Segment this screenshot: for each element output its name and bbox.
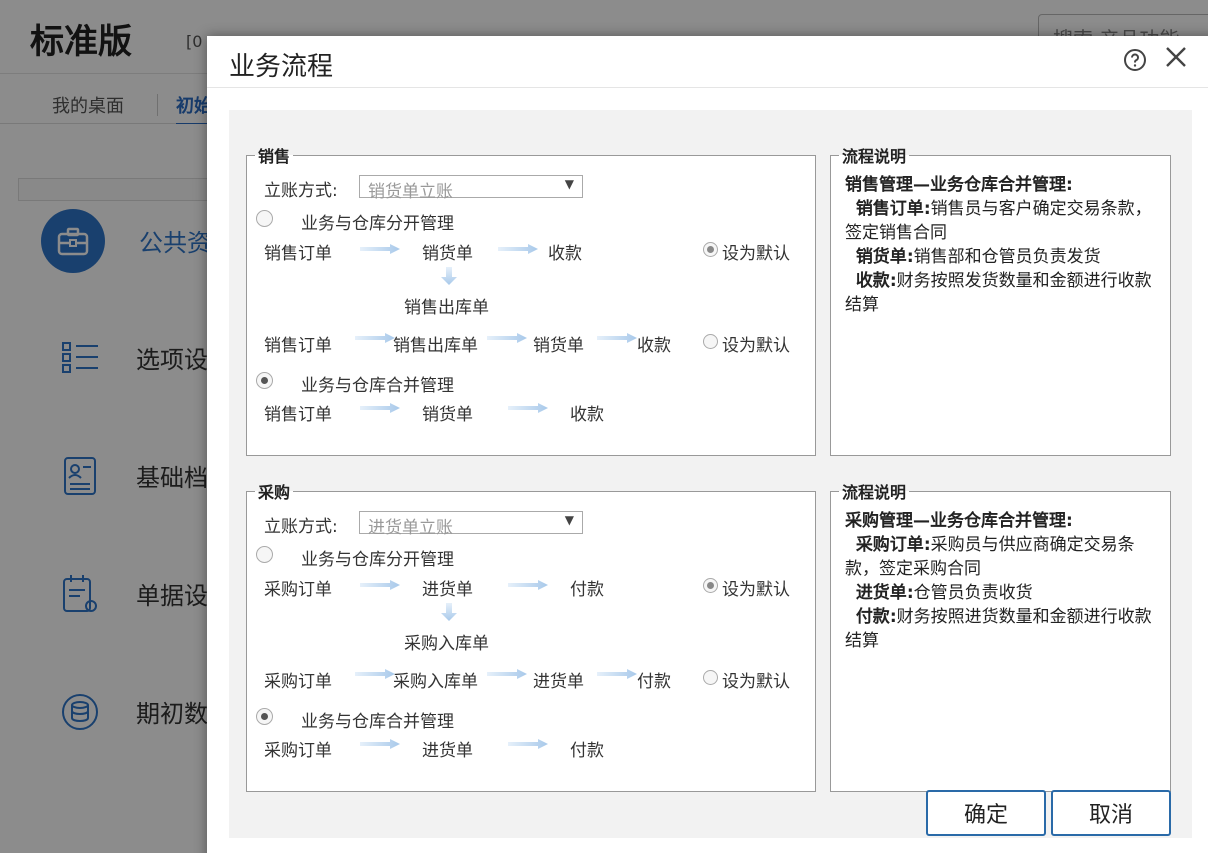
- desc-term: 销货单: [855, 247, 907, 267]
- flow-arrow-icon: [360, 739, 400, 749]
- purchase-default-label-1: 设为默认: [722, 580, 790, 600]
- purchase-flow1-step1: 采购订单: [264, 580, 332, 600]
- desc-text: 仓管员负责收货: [913, 583, 1033, 603]
- flow-down-arrow-icon: [441, 603, 457, 621]
- desc-text: 销售部和仓管员负责发货: [913, 247, 1101, 267]
- dialog-body: 销售 立账方式: 销货单立账 ▼ 业务与仓库分开管理 销售订单 销货单 收款 设…: [229, 110, 1192, 838]
- dialog-title: 业务流程: [229, 52, 334, 82]
- sales-mode-label: 立账方式:: [264, 181, 338, 201]
- purchase-flow1-step2: 进货单: [422, 580, 473, 600]
- help-icon[interactable]: [1123, 48, 1147, 72]
- desc-term: 收款: [855, 271, 890, 291]
- purchase-flow3-step2: 进货单: [422, 741, 473, 761]
- purchase-separate-label: 业务与仓库分开管理: [301, 550, 454, 570]
- sales-flow3-step1: 销售订单: [264, 405, 332, 425]
- sales-description-legend: 流程说明: [842, 147, 907, 166]
- purchase-description-group: 流程说明 采购管理—业务仓库合并管理: 采购订单:采购员与供应商确定交易条款，签…: [830, 479, 1171, 792]
- flow-arrow-icon: [508, 580, 548, 590]
- flow-arrow-icon: [597, 669, 637, 679]
- purchase-mode-label: 立账方式:: [264, 517, 338, 537]
- sales-group: 销售 立账方式: 销货单立账 ▼ 业务与仓库分开管理 销售订单 销货单 收款 设…: [246, 143, 816, 456]
- purchase-group: 采购 立账方式: 进货单立账 ▼ 业务与仓库分开管理 采购订单 进货单 付款 设…: [246, 479, 816, 792]
- ok-button[interactable]: 确定: [926, 790, 1046, 836]
- purchase-merged-label: 业务与仓库合并管理: [301, 712, 454, 732]
- purchase-mode-value: 进货单立账: [368, 518, 453, 538]
- sales-mode-select[interactable]: 销货单立账 ▼: [359, 175, 583, 202]
- business-flow-dialog: 业务流程 销售 立账方式: 销货单立账 ▼ 业务与仓库分开管理 销售订单 销货单…: [207, 36, 1208, 853]
- chevron-down-icon: ▼: [564, 177, 574, 191]
- sales-default-radio-1[interactable]: [703, 242, 718, 257]
- purchase-flow1-sub: 采购入库单: [404, 634, 489, 654]
- purchase-flow2-step2: 采购入库单: [393, 672, 478, 692]
- sales-flow2-step1: 销售订单: [264, 336, 332, 356]
- purchase-merged-radio[interactable]: [256, 708, 273, 725]
- sales-mode-value: 销货单立账: [368, 182, 453, 202]
- sales-description: 销售管理—业务仓库合并管理: 销售订单:销售员与客户确定交易条款，签定销售合同 …: [845, 175, 1152, 315]
- purchase-flow2-step3: 进货单: [533, 672, 584, 692]
- sales-legend: 销售: [258, 147, 291, 166]
- flow-arrow-icon: [360, 580, 400, 590]
- sales-default-label-2: 设为默认: [722, 336, 790, 356]
- purchase-default-radio-1[interactable]: [703, 578, 718, 593]
- desc-term: 采购订单: [855, 535, 924, 555]
- flow-arrow-icon: [487, 333, 527, 343]
- sales-description-group: 流程说明 销售管理—业务仓库合并管理: 销售订单:销售员与客户确定交易条款，签定…: [830, 143, 1171, 456]
- flow-arrow-icon: [487, 669, 527, 679]
- purchase-separate-radio[interactable]: [256, 546, 273, 563]
- purchase-legend: 采购: [258, 483, 291, 502]
- flow-arrow-icon: [355, 669, 395, 679]
- sales-merged-radio[interactable]: [256, 372, 273, 389]
- purchase-description-legend: 流程说明: [842, 483, 907, 502]
- purchase-flow3-step3: 付款: [570, 741, 604, 761]
- sales-flow3-step3: 收款: [570, 405, 604, 425]
- purchase-description: 采购管理—业务仓库合并管理: 采购订单:采购员与供应商确定交易条款，签定采购合同…: [845, 511, 1152, 651]
- sales-flow1-step1: 销售订单: [264, 244, 332, 264]
- sales-flow2-step3: 销货单: [533, 336, 584, 356]
- sales-flow1-sub: 销售出库单: [404, 298, 489, 318]
- desc-term: 进货单: [855, 583, 907, 603]
- desc-term: 付款: [855, 607, 890, 627]
- sales-merged-label: 业务与仓库合并管理: [301, 376, 454, 396]
- flow-arrow-icon: [597, 333, 637, 343]
- sales-separate-radio[interactable]: [256, 210, 273, 227]
- chevron-down-icon: ▼: [564, 513, 574, 527]
- sales-flow1-step3: 收款: [548, 244, 582, 264]
- purchase-mode-select[interactable]: 进货单立账 ▼: [359, 511, 583, 538]
- flow-arrow-icon: [508, 739, 548, 749]
- sales-default-label-1: 设为默认: [722, 244, 790, 264]
- flow-down-arrow-icon: [441, 267, 457, 285]
- sales-flow2-step4: 收款: [637, 336, 671, 356]
- sales-flow1-step2: 销货单: [422, 244, 473, 264]
- flow-arrow-icon: [360, 403, 400, 413]
- sales-separate-label: 业务与仓库分开管理: [301, 214, 454, 234]
- flow-arrow-icon: [360, 244, 400, 254]
- purchase-description-heading: 采购管理—业务仓库合并管理:: [845, 511, 1073, 531]
- sales-description-heading: 销售管理—业务仓库合并管理:: [845, 175, 1073, 195]
- flow-arrow-icon: [508, 403, 548, 413]
- cancel-button[interactable]: 取消: [1051, 790, 1171, 836]
- close-icon[interactable]: [1163, 44, 1189, 70]
- dialog-header: 业务流程: [207, 36, 1208, 88]
- sales-flow3-step2: 销货单: [422, 405, 473, 425]
- sales-flow2-step2: 销售出库单: [393, 336, 478, 356]
- purchase-flow2-step1: 采购订单: [264, 672, 332, 692]
- purchase-flow3-step1: 采购订单: [264, 741, 332, 761]
- purchase-flow2-step4: 付款: [637, 672, 671, 692]
- purchase-flow1-step3: 付款: [570, 580, 604, 600]
- flow-arrow-icon: [355, 333, 395, 343]
- sales-default-radio-2[interactable]: [703, 334, 718, 349]
- desc-term: 销售订单: [855, 199, 924, 219]
- purchase-default-label-2: 设为默认: [722, 672, 790, 692]
- purchase-default-radio-2[interactable]: [703, 670, 718, 685]
- flow-arrow-icon: [498, 244, 538, 254]
